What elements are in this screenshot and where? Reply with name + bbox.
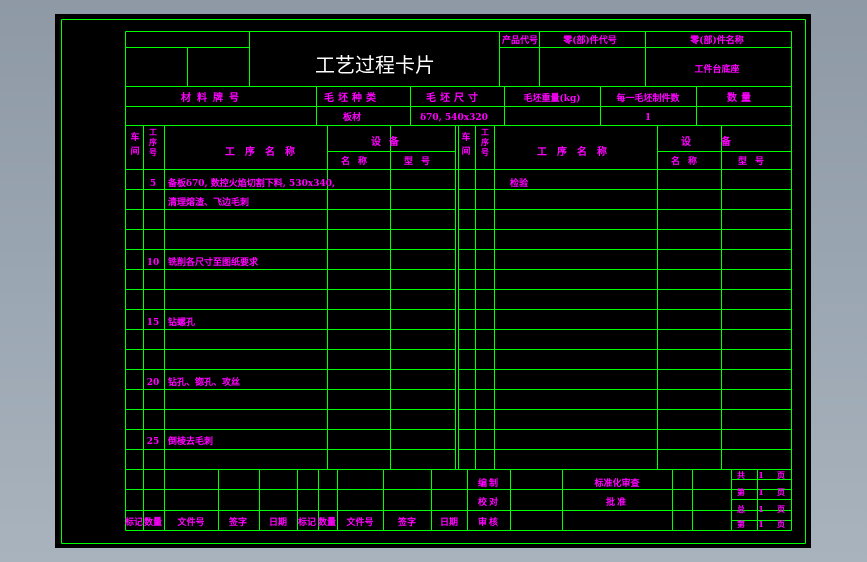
op-desc: 备板δ70, 数控火焰切割下料, 530x340,	[167, 177, 335, 189]
sheet-label: 第	[737, 519, 745, 529]
page-unit: 页	[777, 487, 785, 497]
right-workshop-char-1: 车	[461, 131, 470, 143]
footer-header-label: 文件号	[176, 516, 204, 528]
op-no: 5	[150, 179, 156, 189]
blank-weight-label: 毛坯重量(kg)	[523, 92, 580, 104]
part-code-label: 零(部)件代号	[562, 34, 617, 46]
left-equipment-header: 设备	[371, 135, 407, 148]
footer-header-label: 数量	[318, 516, 336, 528]
left-workshop-char-2: 间	[130, 145, 139, 157]
right-op-no-char-2: 序	[481, 137, 489, 147]
right-workshop-char-2: 间	[461, 145, 470, 157]
footer-compile-label: 编制	[478, 477, 500, 489]
right-op-no-char-1: 工	[481, 127, 489, 137]
footer-review-label: 审核	[478, 516, 500, 528]
footer-headers: 标记 数量 文件号 签字 日期 标记 数量 文件号 签字 日期	[124, 516, 458, 528]
sheet-label: 共	[737, 470, 745, 480]
left-op-no-char-1: 工	[149, 127, 157, 137]
footer-header-label: 标记	[297, 516, 316, 528]
op-no: 15	[147, 318, 160, 328]
footer-header-label: 签字	[228, 516, 247, 528]
parts-per-blank-value: 1	[645, 113, 651, 123]
right-workshop-header: 车间	[461, 131, 470, 157]
page-unit: 页	[777, 470, 785, 480]
cad-viewport[interactable]: 工艺过程卡片 产品代号 零(部)件代号 零(部)件名称 工件台底座 材料牌号 毛…	[55, 14, 811, 548]
right-op-desc: 检验	[510, 177, 529, 189]
footer-header-label: 签字	[397, 516, 416, 528]
operations-left: 5 备板δ70, 数控火焰切割下料, 530x340, 清理熔渣、飞边毛刺 10…	[147, 177, 335, 447]
card-title: 工艺过程卡片	[315, 53, 435, 77]
right-op-no-header: 工序号	[481, 127, 489, 157]
footer-standardize-label: 标准化审查	[593, 477, 640, 489]
op-desc: 倒棱去毛刺	[167, 435, 213, 447]
left-op-name-header: 工序名称	[225, 145, 305, 158]
blank-size-label: 毛坯尺寸	[426, 91, 482, 104]
material-label: 材料牌号	[181, 91, 245, 104]
op-desc: 清理熔渣、飞边毛刺	[168, 196, 249, 208]
op-no: 25	[147, 437, 160, 447]
sheet-label: 总	[737, 504, 745, 514]
blank-type-value: 板材	[343, 111, 361, 123]
left-op-no-char-3: 号	[149, 147, 157, 157]
left-workshop-char-1: 车	[130, 131, 139, 143]
op-no: 10	[147, 258, 160, 268]
page-unit: 页	[777, 519, 785, 529]
right-eq-name-header: 名称	[671, 155, 705, 167]
blank-size-value: δ70, 540x320	[420, 113, 488, 123]
op-desc: 钻螺孔	[168, 316, 195, 328]
right-op-no-char-3: 号	[481, 147, 489, 157]
part-name-label: 零(部)件名称	[689, 34, 744, 46]
sheet-count: 1	[758, 504, 764, 514]
part-name-value: 工件台底座	[694, 63, 739, 75]
op-desc: 钻孔、锪孔、攻丝	[168, 376, 240, 388]
sheet-label: 第	[737, 487, 745, 497]
op-desc: 铣削各尺寸至图纸要求	[168, 256, 259, 268]
footer-proofread-label: 校对	[478, 496, 500, 508]
right-equipment-header: 设备	[681, 135, 761, 148]
left-eq-model-header: 型号	[404, 155, 438, 167]
sheet-count: 1	[758, 519, 764, 529]
sheet-count: 1	[758, 487, 764, 497]
process-card-drawing: 工艺过程卡片 产品代号 零(部)件代号 零(部)件名称 工件台底座 材料牌号 毛…	[61, 19, 806, 544]
footer-header-label: 数量	[144, 516, 162, 528]
product-code-label: 产品代号	[502, 34, 538, 46]
page-unit: 页	[777, 504, 785, 514]
quantity-label: 数量	[727, 91, 755, 104]
right-op-name-header: 工序名称	[537, 145, 617, 158]
left-op-no-char-2: 序	[149, 137, 157, 147]
sheet-count: 1	[758, 470, 764, 480]
op-no: 20	[147, 378, 160, 388]
blank-type-label: 毛坯种类	[324, 91, 380, 104]
footer-header-label: 文件号	[345, 516, 373, 528]
footer-header-label: 日期	[269, 516, 287, 528]
left-op-no-header: 工序号	[149, 127, 157, 157]
footer-header-label: 标记	[124, 516, 143, 528]
parts-per-blank-label: 每一毛坯制件数	[616, 92, 680, 104]
left-workshop-header: 车间	[130, 131, 139, 157]
footer-approve-label: 批准	[606, 496, 628, 508]
right-eq-model-header: 型号	[738, 155, 772, 167]
footer-header-label: 日期	[440, 516, 458, 528]
left-eq-name-header: 名称	[341, 155, 375, 167]
